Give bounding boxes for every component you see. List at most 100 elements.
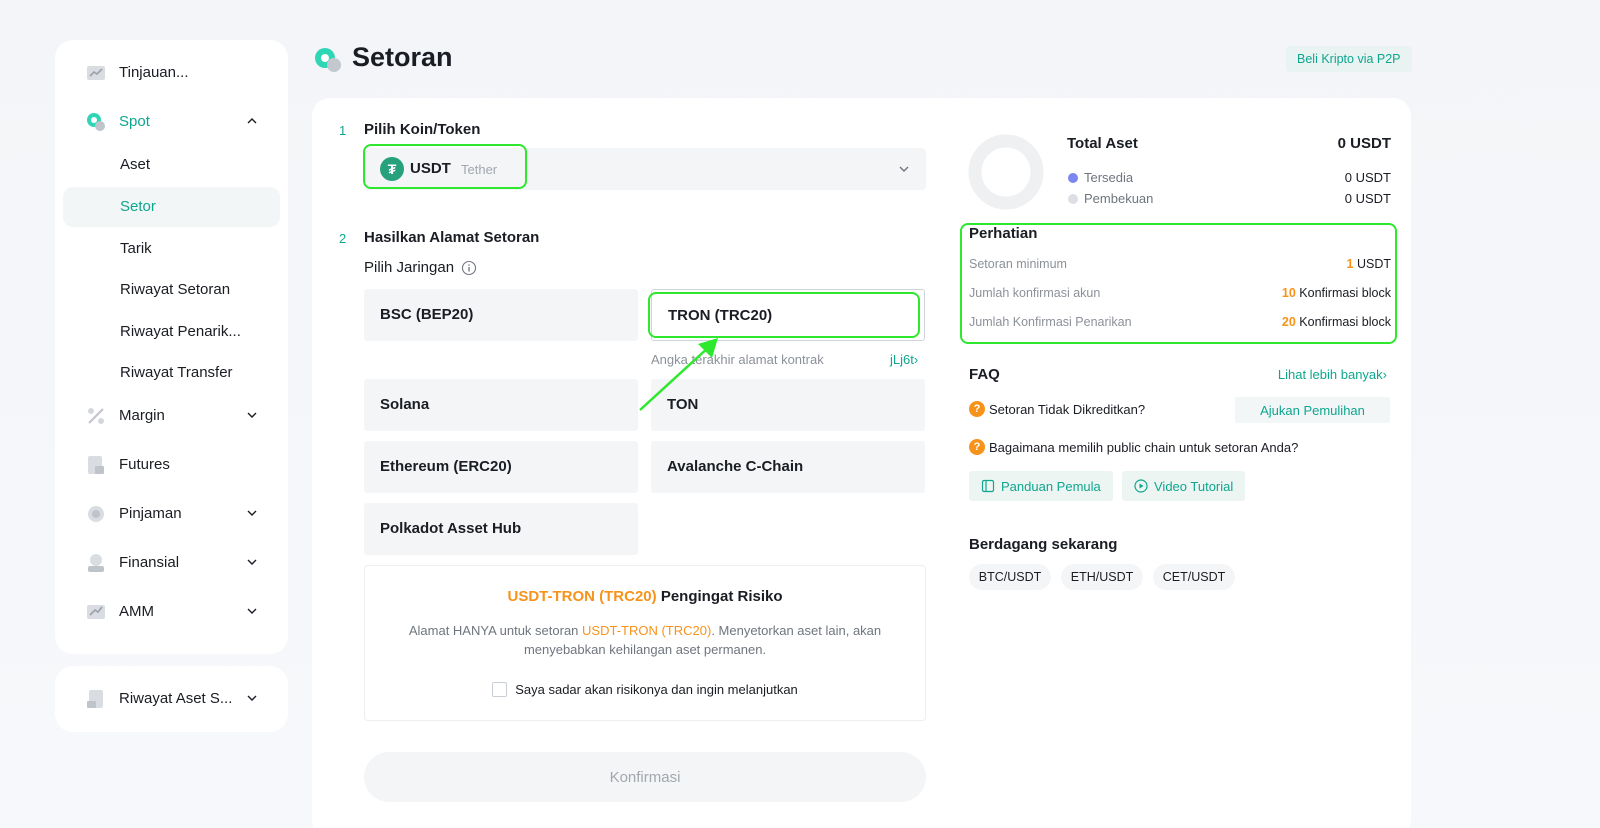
sidebar-subitem-withdraw[interactable]: Tarik [63,229,280,269]
risk-desc-text: Alamat HANYA untuk setoran [408,623,583,638]
sidebar-item-label: Spot [119,113,150,130]
network-bsc[interactable]: BSC (BEP20) [364,289,638,341]
chevron-up-icon [247,118,257,124]
network-ethereum[interactable]: Ethereum (ERC20) [364,441,638,493]
faq-question[interactable]: Setoran Tidak Dikreditkan? [989,402,1145,417]
pair-chip-cet[interactable]: CET/USDT [1153,564,1235,590]
chevron-down-icon [247,559,257,565]
document-icon [88,456,104,474]
risk-description: Alamat HANYA untuk setoran USDT-TRON (TR… [395,621,895,659]
sidebar-item-label: Margin [119,407,165,424]
sidebar-item-futures[interactable]: Futures [63,445,280,485]
chevron-down-icon [247,412,257,418]
pair-chip-btc[interactable]: BTC/USDT [969,564,1051,590]
network-label: BSC (BEP20) [380,306,474,323]
page-title: Setoran [352,42,453,72]
risk-acknowledge: Saya sadar akan risikonya dan ingin mela… [365,682,925,697]
annotation-arrow [639,338,718,411]
total-assets-label: Total Aset [1067,135,1138,152]
sidebar-item-spot[interactable]: Spot [63,102,280,142]
percent-icon [88,408,104,424]
deposit-logo-icon [315,48,341,72]
asset-donut-chart [968,134,1044,210]
network-label: Pilih Jaringan [364,259,455,276]
sidebar-item-label: Pinjaman [119,505,182,522]
question-icon: ? [969,439,985,455]
submit-recovery-button[interactable]: Ajukan Pemulihan [1235,397,1390,423]
confirm-button[interactable]: Konfirmasi [364,752,926,802]
play-icon [1134,479,1148,493]
sidebar-item-label: Futures [119,456,170,473]
chevron-down-icon [247,695,257,701]
network-label: Solana [380,396,430,413]
risk-title: USDT-TRON (TRC20) Pengingat Risiko [365,588,925,605]
sidebar-subitem-deposit-history[interactable]: Riwayat Setoran [63,270,280,310]
book-icon [981,479,995,493]
available-value: 0 USDT [1344,170,1391,185]
risk-reminder: USDT-TRON (TRC20) Pengingat Risiko Alama… [364,565,926,721]
highlight-box [363,144,527,189]
frozen-dot-icon [1068,194,1078,204]
sidebar-item-loans[interactable]: Pinjaman [63,494,280,534]
sidebar-item-label: Riwayat Aset S... [119,690,233,707]
sidebar-subitem-assets[interactable]: Aset [63,145,280,185]
sidebar-item-margin[interactable]: Margin [63,396,280,436]
sidebar-subitem-label: Riwayat Penarik... [120,323,241,340]
sidebar-item-amm[interactable]: AMM [63,592,280,632]
step-number: 1 [339,123,347,138]
question-icon: ? [969,401,985,417]
sidebar-subitem-label: Riwayat Transfer [120,364,233,381]
spot-icon [87,113,105,131]
highlight-box [960,223,1397,344]
step-number: 2 [339,231,347,246]
faq-title: FAQ [969,366,1000,383]
contract-address-link[interactable]: jLj6t› [890,352,918,367]
info-icon[interactable] [461,260,477,276]
video-tutorial-button[interactable]: Video Tutorial [1122,471,1246,501]
sidebar-bottom: Riwayat Aset S... [55,666,288,732]
trade-now-title: Berdagang sekarang [969,536,1118,553]
chevron-down-icon [899,166,909,172]
total-assets-value: 0 USDT [1337,135,1391,152]
frozen-label: Pembekuan [1084,191,1154,206]
network-label: Polkadot Asset Hub [380,520,522,537]
chevron-down-icon [247,510,257,516]
sidebar-item-finance[interactable]: Finansial [63,543,280,583]
sidebar: Tinjauan... Spot Aset Setor Tarik Riwaya… [55,40,288,654]
network-polkadot[interactable]: Polkadot Asset Hub [364,503,638,555]
sidebar-subitem-label: Setor [120,198,156,215]
pair-chip-eth[interactable]: ETH/USDT [1061,564,1143,590]
step-title: Hasilkan Alamat Setoran [364,229,540,246]
sidebar-item-label: AMM [119,603,154,620]
available-dot-icon [1068,173,1078,183]
coin-icon [88,506,104,522]
sidebar-subitem-deposit[interactable]: Setor [63,187,280,227]
risk-desc-network: USDT-TRON (TRC20) [582,623,712,638]
sidebar-item-asset-history[interactable]: Riwayat Aset S... [63,679,280,719]
buy-crypto-p2p-button[interactable]: Beli Kripto via P2P [1286,46,1412,72]
chevron-down-icon [247,608,257,614]
network-label: Ethereum (ERC20) [380,458,512,475]
sidebar-item-label: Finansial [119,554,180,571]
sidebar-subitem-transfer-history[interactable]: Riwayat Transfer [63,353,280,393]
sidebar-item-overview[interactable]: Tinjauan... [63,53,280,93]
chart-icon [87,66,105,80]
risk-network-name: USDT-TRON (TRC20) [507,588,657,605]
beginner-guide-label: Panduan Pemula [1001,478,1101,494]
network-avalanche[interactable]: Avalanche C-Chain [651,441,925,493]
beginner-guide-button[interactable]: Panduan Pemula [969,471,1113,501]
wallet-icon [88,554,104,572]
trend-icon [87,605,105,619]
network-solana[interactable]: Solana [364,379,638,431]
faq-more-link[interactable]: Lihat lebih banyak› [1278,367,1387,382]
video-tutorial-label: Video Tutorial [1154,478,1234,494]
available-label: Tersedia [1084,170,1134,185]
frozen-value: 0 USDT [1344,191,1391,206]
faq-question[interactable]: Bagaimana memilih public chain untuk set… [989,440,1298,455]
risk-checkbox-label[interactable]: Saya sadar akan risikonya dan ingin mela… [515,682,798,697]
sidebar-item-label: Tinjauan... [119,64,189,81]
risk-checkbox[interactable] [492,682,508,697]
sidebar-subitem-label: Tarik [120,240,152,257]
report-icon [87,690,103,708]
sidebar-subitem-withdraw-history[interactable]: Riwayat Penarik... [63,312,280,352]
